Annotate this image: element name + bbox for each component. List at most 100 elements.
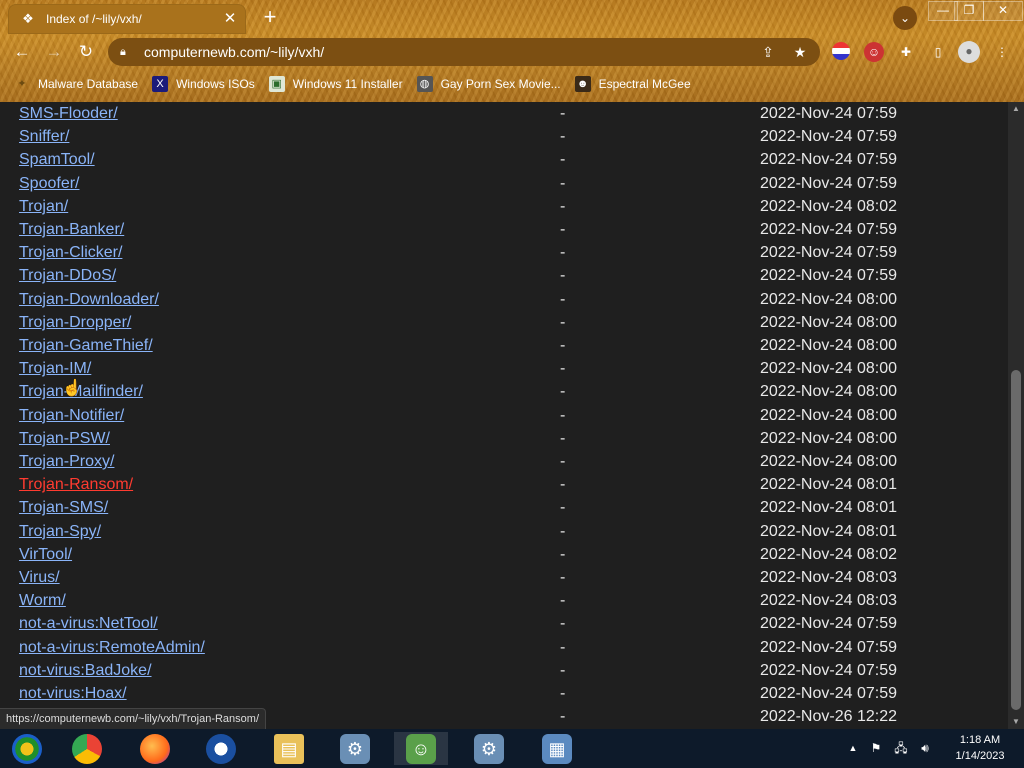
reload-icon[interactable]: ↻ bbox=[74, 40, 98, 64]
bookmark-star-icon[interactable]: ★ bbox=[788, 44, 812, 61]
people-icon: ☺ bbox=[406, 733, 436, 764]
date-cell: 2022-Nov-24 07:59 bbox=[760, 105, 897, 122]
setup-icon: ⚙ bbox=[340, 733, 370, 764]
directory-link[interactable]: Trojan-Clicker/ bbox=[19, 244, 122, 262]
directory-link[interactable]: Trojan-GameThief/ bbox=[19, 337, 153, 355]
date-cell: 2022-Nov-24 07:59 bbox=[760, 244, 897, 262]
directory-link[interactable]: VirTool/ bbox=[19, 546, 72, 564]
taskbar-chrome[interactable] bbox=[60, 732, 114, 765]
puzzle-extensions-icon[interactable]: ✚ bbox=[896, 42, 916, 62]
directory-link[interactable]: Trojan-Ransom/ bbox=[19, 476, 133, 494]
flag-extension-icon[interactable] bbox=[832, 42, 850, 60]
link-status-bubble: https://computernewb.com/~lily/vxh/Troja… bbox=[0, 708, 266, 730]
kebab-menu-icon[interactable]: ⋮ bbox=[992, 42, 1012, 62]
directory-link[interactable]: not-virus:BadJoke/ bbox=[19, 662, 152, 680]
taskbar-people[interactable]: ☺ bbox=[394, 732, 448, 765]
date-cell: 2022-Nov-24 07:59 bbox=[760, 685, 897, 702]
directory-link[interactable]: Trojan-Proxy/ bbox=[19, 453, 114, 471]
directory-link[interactable]: Trojan-Spy/ bbox=[19, 523, 101, 541]
date-cell: 2022-Nov-24 08:00 bbox=[760, 337, 897, 354]
directory-link[interactable]: SMS-Flooder/ bbox=[19, 105, 118, 123]
directory-link[interactable]: Virus/ bbox=[19, 569, 60, 587]
taskbar-file-explorer[interactable]: ▤ bbox=[262, 732, 316, 765]
size-cell: - bbox=[560, 383, 566, 401]
directory-link[interactable]: not-a-virus:RemoteAdmin/ bbox=[19, 639, 205, 657]
scarab-icon: ✦ bbox=[17, 78, 27, 90]
image-icon: ▣ bbox=[268, 76, 285, 92]
avatar-extension-icon[interactable]: ☺ bbox=[864, 42, 884, 62]
bookmark-site-4[interactable]: ◍ Gay Porn Sex Movie... bbox=[416, 76, 561, 92]
action-center-flag-icon[interactable]: ⚑ bbox=[868, 729, 884, 768]
directory-link[interactable]: Trojan-DDoS/ bbox=[19, 267, 116, 285]
tab-close-icon[interactable]: ✕ bbox=[220, 9, 240, 29]
date-cell: 2022-Nov-24 08:00 bbox=[760, 383, 897, 401]
bookmark-windows-11-installer[interactable]: ▣ Windows 11 Installer bbox=[268, 76, 403, 92]
new-tab-button[interactable]: + bbox=[258, 6, 282, 30]
bookmark-espectral-mcgee[interactable]: ☻ Espectral McGee bbox=[574, 76, 691, 92]
date-cell: 2022-Nov-24 08:01 bbox=[760, 476, 897, 494]
taskbar-firefox[interactable] bbox=[128, 732, 182, 765]
vertical-scrollbar[interactable]: ▲ ▼ bbox=[1008, 102, 1024, 729]
table-row: Trojan-PSW/ - 2022-Nov-24 08:00 bbox=[19, 428, 989, 451]
scrollbar-thumb[interactable] bbox=[1011, 370, 1021, 710]
directory-link[interactable]: Spoofer/ bbox=[19, 175, 79, 193]
directory-link[interactable]: Trojan-Banker/ bbox=[19, 221, 124, 239]
picture-icon: ▦ bbox=[542, 733, 572, 764]
volume-icon[interactable]: 🔊︎ bbox=[916, 729, 934, 768]
directory-link[interactable]: Trojan-Notifier/ bbox=[19, 407, 124, 425]
browser-chrome: ❖ Index of /~lily/vxh/ ✕ + ⌄ — ❐ ✕ ← → ↻… bbox=[0, 0, 1024, 102]
scroll-down-arrow-icon[interactable]: ▼ bbox=[1008, 715, 1024, 729]
side-panel-icon[interactable]: ▯ bbox=[928, 42, 948, 62]
table-row: Spoofer/ - 2022-Nov-24 07:59 bbox=[19, 173, 989, 196]
system-clock[interactable]: 1:18 AM 1/14/2023 bbox=[944, 732, 1016, 764]
size-cell: - bbox=[560, 221, 566, 238]
size-cell: - bbox=[560, 453, 566, 470]
directory-link[interactable]: Sniffer/ bbox=[19, 128, 69, 146]
directory-link[interactable]: Trojan-Downloader/ bbox=[19, 291, 159, 309]
date-cell: 2022-Nov-24 08:00 bbox=[760, 429, 897, 447]
directory-link[interactable]: Trojan-SMS/ bbox=[19, 499, 108, 517]
address-bar[interactable]: 🔒︎ computernewb.com/~lily/vxh/ ⇪ ★ bbox=[108, 38, 820, 66]
directory-link[interactable]: Trojan-PSW/ bbox=[19, 430, 110, 448]
lock-icon[interactable]: 🔒︎ bbox=[120, 46, 134, 59]
taskbar-setup-1[interactable]: ⚙ bbox=[328, 732, 382, 765]
taskbar-obama-logo[interactable] bbox=[194, 732, 248, 765]
date-cell: 2022-Nov-24 08:00 bbox=[760, 406, 897, 424]
url-text[interactable]: computernewb.com/~lily/vxh/ bbox=[144, 44, 756, 60]
directory-link[interactable]: not-virus:Hoax/ bbox=[19, 685, 127, 703]
start-button[interactable] bbox=[0, 732, 54, 765]
maximize-button[interactable]: ❐ bbox=[954, 1, 984, 21]
back-arrow-icon[interactable]: ← bbox=[10, 40, 34, 64]
directory-link[interactable]: SpamTool/ bbox=[19, 151, 95, 169]
table-row: Trojan-Notifier/ - 2022-Nov-24 08:00 bbox=[19, 405, 989, 428]
size-cell: - bbox=[560, 429, 566, 447]
bookmark-label: Espectral McGee bbox=[598, 77, 691, 91]
browser-tab[interactable]: ❖ Index of /~lily/vxh/ ✕ bbox=[8, 4, 246, 34]
date-cell: 2022-Nov-26 12:22 bbox=[760, 708, 897, 726]
tab-search-icon[interactable]: ⌄ bbox=[893, 6, 917, 30]
scroll-up-arrow-icon[interactable]: ▲ bbox=[1008, 102, 1024, 116]
forward-arrow-icon[interactable]: → bbox=[42, 40, 66, 64]
table-row: not-a-virus:RemoteAdmin/ - 2022-Nov-24 07:… bbox=[19, 637, 989, 660]
directory-link[interactable]: Trojan-IM/ bbox=[19, 360, 91, 378]
directory-link[interactable]: Trojan-Dropper/ bbox=[19, 314, 131, 332]
bookmark-malware-database[interactable]: ✦ Malware Database bbox=[14, 76, 138, 92]
taskbar-setup-2[interactable]: ⚙ bbox=[462, 732, 516, 765]
directory-link[interactable]: not-a-virus:NetTool/ bbox=[19, 615, 158, 633]
table-row: not-virus:Hoax/ - 2022-Nov-24 07:59 bbox=[19, 683, 989, 706]
share-icon[interactable]: ⇪ bbox=[756, 44, 780, 61]
network-icon[interactable]: 🖧︎ bbox=[892, 729, 910, 768]
directory-link[interactable]: Trojan/ bbox=[19, 198, 68, 216]
directory-link[interactable]: Worm/ bbox=[19, 592, 66, 610]
hand-cursor-icon: ☝ bbox=[62, 380, 82, 397]
date-cell: 2022-Nov-24 08:00 bbox=[760, 453, 897, 470]
tray-expand-icon[interactable]: ▲ bbox=[846, 729, 860, 768]
close-window-button[interactable]: ✕ bbox=[983, 1, 1023, 21]
date-cell: 2022-Nov-24 08:01 bbox=[760, 522, 897, 540]
clock-time: 1:18 AM bbox=[959, 734, 1001, 746]
date-cell: 2022-Nov-24 08:01 bbox=[760, 499, 897, 517]
date-cell: 2022-Nov-24 08:02 bbox=[760, 545, 897, 563]
bookmark-windows-isos[interactable]: X Windows ISOs bbox=[152, 76, 255, 92]
profile-avatar[interactable]: ● bbox=[958, 41, 980, 63]
taskbar-pictures[interactable]: ▦ bbox=[530, 732, 584, 765]
